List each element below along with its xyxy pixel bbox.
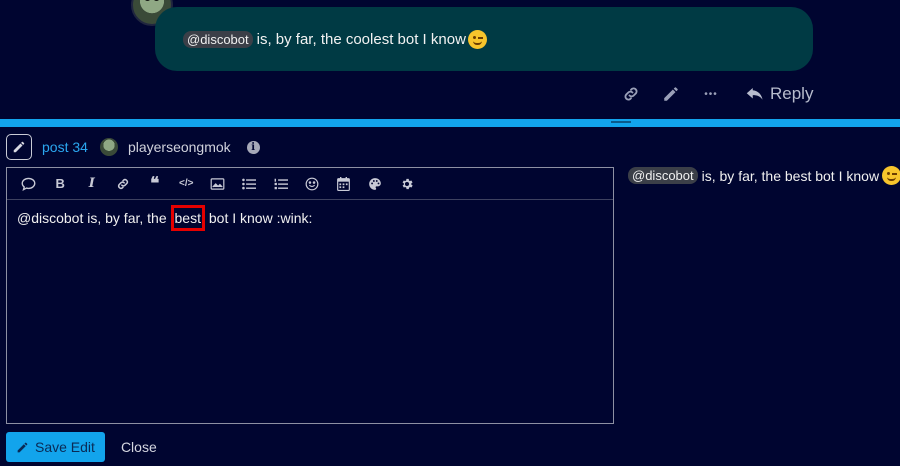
wink-emoji-icon [467, 29, 487, 49]
highlighted-word: best [170, 205, 205, 231]
composer-editor: B I ❝ </> @discobot is, by far, the best… [6, 167, 614, 424]
post-bubble: @discobot is, by far, the coolest bot I … [155, 7, 813, 71]
composer-resize-bar[interactable] [0, 119, 900, 127]
save-edit-label: Save Edit [35, 439, 95, 455]
reply-button[interactable]: Reply [746, 84, 813, 104]
text-after: bot I know :wink: [204, 210, 313, 226]
speech-bubble-icon[interactable] [13, 168, 45, 200]
post-number-link[interactable]: post 34 [42, 139, 88, 155]
composer-header: post 34 playerseongmok i [6, 134, 260, 160]
username[interactable]: playerseongmok [128, 139, 231, 155]
close-button[interactable]: Close [121, 439, 157, 455]
link-icon[interactable] [108, 168, 140, 200]
italic-icon[interactable]: I [76, 168, 108, 200]
numbered-list-icon[interactable] [265, 168, 297, 200]
quote-icon[interactable]: ❝ [139, 168, 171, 200]
code-icon[interactable]: </> [171, 168, 203, 200]
edit-action-icon[interactable] [6, 134, 32, 160]
gear-icon[interactable] [391, 168, 423, 200]
composer-textarea[interactable]: @discobot is, by far, the best bot I kno… [7, 200, 613, 236]
mention-chip[interactable]: @discobot [183, 30, 253, 48]
text-before: @discobot is, by far, the [17, 210, 171, 226]
save-edit-button[interactable]: Save Edit [6, 432, 105, 462]
palette-icon[interactable] [360, 168, 392, 200]
calendar-icon[interactable] [328, 168, 360, 200]
post-text: is, by far, the coolest bot I know [256, 30, 466, 48]
image-icon[interactable] [202, 168, 234, 200]
preview-mention-chip[interactable]: @discobot [628, 167, 698, 184]
composer-preview: @discobot is, by far, the best bot I kno… [628, 166, 900, 185]
reply-label: Reply [770, 84, 814, 103]
more-options-icon[interactable]: ••• [700, 82, 722, 106]
post-actions: ••• Reply [620, 80, 813, 108]
pencil-icon [17, 442, 28, 452]
bullet-list-icon[interactable] [234, 168, 266, 200]
wink-emoji-icon [882, 166, 900, 185]
reply-arrow-icon [746, 88, 763, 100]
bold-icon[interactable]: B [45, 168, 77, 200]
grip-handle-icon[interactable] [611, 121, 631, 123]
smiley-icon[interactable] [297, 168, 329, 200]
composer-footer: Save Edit Close [6, 432, 157, 462]
preview-text: is, by far, the best bot I know [701, 167, 880, 184]
info-icon[interactable]: i [246, 140, 260, 154]
pencil-icon[interactable] [660, 82, 682, 106]
editor-toolbar: B I ❝ </> [7, 168, 613, 200]
link-icon[interactable] [620, 82, 642, 106]
user-avatar[interactable] [99, 138, 118, 156]
